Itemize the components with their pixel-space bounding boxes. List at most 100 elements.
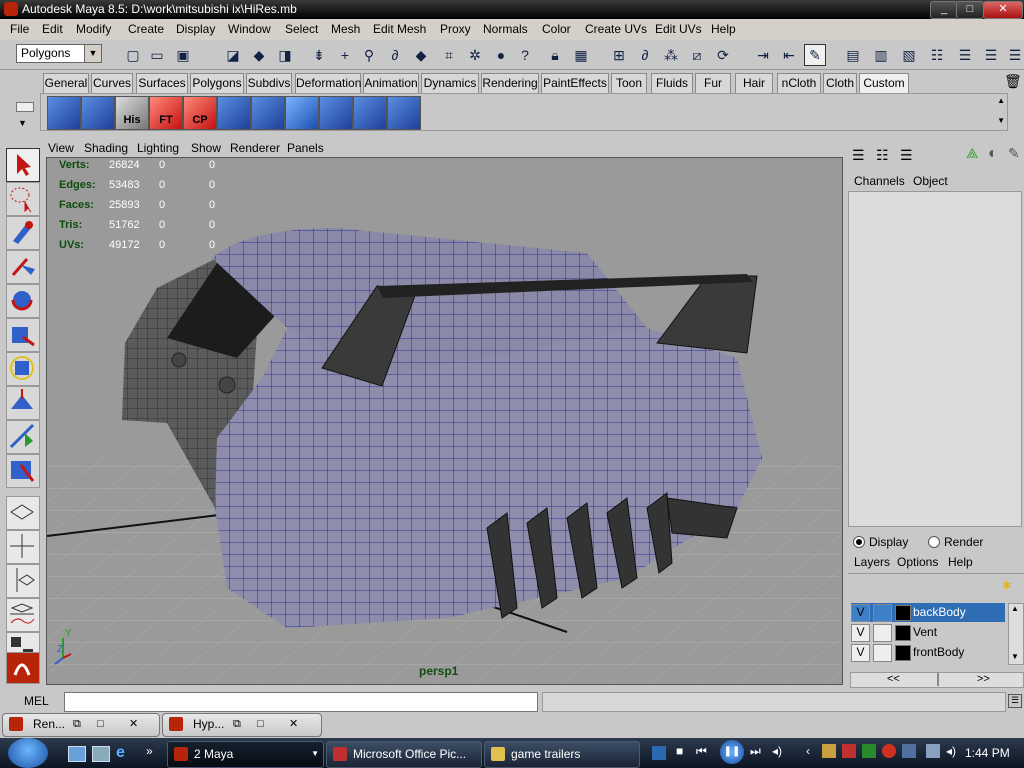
toggle-panel-icon-3[interactable]: ☰ (1004, 44, 1024, 66)
panel-menu-show[interactable]: Show (191, 141, 221, 155)
shelf-tab-surfaces[interactable]: Surfaces (136, 73, 188, 93)
toggle-tool-settings-icon[interactable]: ✎ (1008, 145, 1020, 162)
toggle-panel-icon-1[interactable]: ☰ (954, 44, 976, 66)
tray-app-icon-4[interactable] (882, 744, 896, 758)
menu-set-dropdown[interactable]: Polygons ▼ (16, 44, 102, 63)
select-rendering-icon[interactable]: ● (490, 44, 512, 66)
menu-create-uvs[interactable]: Create UVs (585, 22, 647, 36)
menu-color[interactable]: Color (542, 22, 571, 36)
shelf-tab-fur[interactable]: Fur (695, 73, 731, 93)
show-manipulator-icon[interactable]: ⟁ (966, 145, 979, 162)
rotate-tool-icon[interactable] (6, 284, 40, 318)
shelf-tab-rendering[interactable]: Rendering (481, 73, 539, 93)
maximize-button[interactable]: □ (956, 1, 984, 19)
select-joint-icon[interactable]: ⚲ (358, 44, 380, 66)
select-surface-icon[interactable]: ◆ (410, 44, 432, 66)
select-by-component-icon[interactable]: ◨ (274, 44, 296, 66)
panel-menu-view[interactable]: View (48, 141, 74, 155)
shelf-tab-curves[interactable]: Curves (91, 73, 133, 93)
snap-grid-icon[interactable]: ⊞ (608, 44, 630, 66)
shelf-delete-history-icon[interactable]: His (115, 96, 149, 130)
soft-modification-tool-icon[interactable] (6, 386, 40, 420)
select-by-object-icon[interactable]: ◆ (248, 44, 270, 66)
quicklaunch-more-icon[interactable]: » (146, 744, 153, 758)
show-manipulator-tool-icon[interactable] (6, 420, 40, 454)
clock[interactable]: 1:44 PM (965, 746, 1010, 760)
toggle-panel-icon-2[interactable]: ☰ (980, 44, 1002, 66)
render-current-frame-icon[interactable]: ▥ (870, 44, 892, 66)
snap-point-icon[interactable]: ⁂ (660, 44, 682, 66)
layer-color-swatch[interactable] (895, 645, 911, 661)
minimized-window-hypershade[interactable]: Hyp... ⧉ □ ✕ (162, 713, 322, 737)
layers-menu-layers[interactable]: Layers (854, 555, 890, 569)
last-tool-used-icon[interactable] (6, 454, 40, 488)
perspective-viewport[interactable]: Verts: 26824 0 0 Edges: 53483 0 0 Faces:… (46, 157, 843, 685)
four-view-layout-icon[interactable] (6, 530, 40, 564)
single-perspective-layout-icon[interactable] (6, 496, 40, 530)
scale-tool-icon[interactable] (6, 318, 40, 352)
panel-menu-lighting[interactable]: Lighting (137, 141, 179, 155)
shelf-tab-animation[interactable]: Animation (363, 73, 419, 93)
maximize-icon[interactable]: □ (257, 714, 264, 734)
shelf-tab-subdivs[interactable]: Subdivs (246, 73, 292, 93)
layer-color-swatch[interactable] (895, 625, 911, 641)
shelf-tab-painteffects[interactable]: PaintEffects (541, 73, 609, 93)
media-stop-icon[interactable]: ■ (676, 744, 683, 758)
shelf-tab-cloth[interactable]: Cloth (823, 73, 857, 93)
select-tool-icon[interactable] (6, 148, 40, 182)
render-radio[interactable] (928, 536, 940, 548)
minimized-window-render[interactable]: Ren... ⧉ □ ✕ (2, 713, 160, 737)
universal-manipulator-icon[interactable] (6, 352, 40, 386)
render-view-icon[interactable]: ▤ (842, 44, 864, 66)
new-scene-icon[interactable]: ▢ (122, 44, 144, 66)
internet-explorer-icon[interactable]: e (116, 744, 125, 762)
menu-window[interactable]: Window (228, 22, 271, 36)
channel-box-menu-object[interactable]: Object (913, 174, 948, 188)
layer-color-swatch[interactable] (895, 605, 911, 621)
shelf-tab-deformation[interactable]: Deformation (295, 73, 361, 93)
scroll-right-button[interactable]: >> (977, 673, 990, 686)
make-live-icon[interactable]: ⟳ (712, 44, 734, 66)
channel-box-layout-icon-1[interactable]: ☰ (852, 147, 865, 164)
open-scene-icon[interactable]: ▭ (146, 44, 168, 66)
shelf-smooth-icon[interactable] (387, 96, 421, 130)
channel-box-layout-icon-3[interactable]: ☰ (900, 147, 913, 164)
select-deformation-icon[interactable]: ⌗ (438, 44, 460, 66)
maximize-icon[interactable]: □ (97, 714, 104, 734)
snap-view-plane-icon[interactable]: ⧄ (686, 44, 708, 66)
media-pause-icon[interactable]: ❚❚ (720, 740, 744, 764)
layer-template-toggle[interactable] (873, 604, 892, 622)
volume-icon[interactable]: ◂) (772, 744, 782, 758)
tray-app-icon-5[interactable] (902, 744, 916, 758)
shelf-tab-general[interactable]: General (43, 73, 89, 93)
network-icon[interactable] (926, 744, 940, 758)
ipr-render-icon[interactable]: ▧ (898, 44, 920, 66)
restore-icon[interactable]: ⧉ (233, 714, 241, 734)
menu-modify[interactable]: Modify (76, 22, 111, 36)
switch-windows-icon[interactable] (92, 746, 110, 762)
menu-select[interactable]: Select (285, 22, 318, 36)
toggle-attribute-editor-icon[interactable]: ◐ (988, 145, 998, 163)
show-desktop-icon[interactable] (68, 746, 86, 762)
trash-icon[interactable]: 🗑︎ (1004, 73, 1022, 91)
construction-history-icon[interactable]: ✎ (804, 44, 826, 66)
close-button[interactable]: ✕ (983, 1, 1023, 19)
output-history-icon[interactable]: ⇤ (778, 44, 800, 66)
task-game-trailers[interactable]: game trailers (484, 741, 640, 768)
menu-mesh[interactable]: Mesh (331, 22, 360, 36)
media-next-icon[interactable]: ⏭ (750, 744, 761, 759)
select-dynamics-icon[interactable]: ✲ (464, 44, 486, 66)
shelf-cube-tool-icon[interactable] (47, 96, 81, 130)
menu-edit-uvs[interactable]: Edit UVs (655, 22, 702, 36)
shelf-tab-toon[interactable]: Toon (611, 73, 647, 93)
panel-menu-panels[interactable]: Panels (287, 141, 324, 155)
menu-edit-mesh[interactable]: Edit Mesh (373, 22, 426, 36)
persp-graph-layout-icon[interactable] (6, 598, 40, 632)
layers-menu-help[interactable]: Help (948, 555, 973, 569)
shelf-insert-edge-loop-icon[interactable] (319, 96, 353, 130)
tray-app-icon-2[interactable] (842, 744, 856, 758)
create-new-layer-icon[interactable]: ✶ (1000, 576, 1013, 596)
tray-expand-icon[interactable]: ‹ (806, 744, 810, 758)
save-scene-icon[interactable]: ▣ (172, 44, 194, 66)
layer-visibility-toggle[interactable]: V (851, 644, 870, 662)
